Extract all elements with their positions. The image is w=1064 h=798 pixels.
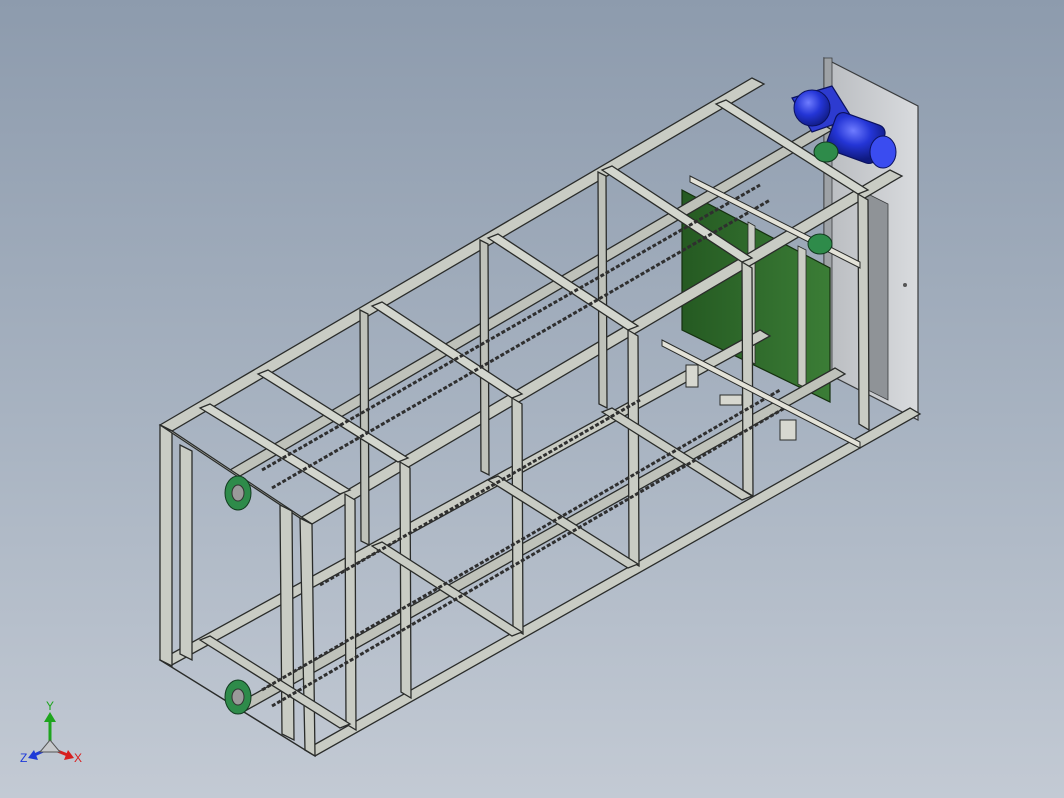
orientation-triad[interactable]: Y X Z [14, 700, 94, 780]
bearing-unit-bottom [224, 679, 252, 715]
y-axis-label: Y [46, 700, 54, 713]
bearing-unit-top [224, 475, 252, 511]
z-axis-label: Z [20, 751, 27, 765]
cad-viewport[interactable]: Y X Z [0, 0, 1064, 798]
x-axis-label: X [74, 751, 82, 765]
cad-frame-model[interactable] [0, 0, 1064, 798]
